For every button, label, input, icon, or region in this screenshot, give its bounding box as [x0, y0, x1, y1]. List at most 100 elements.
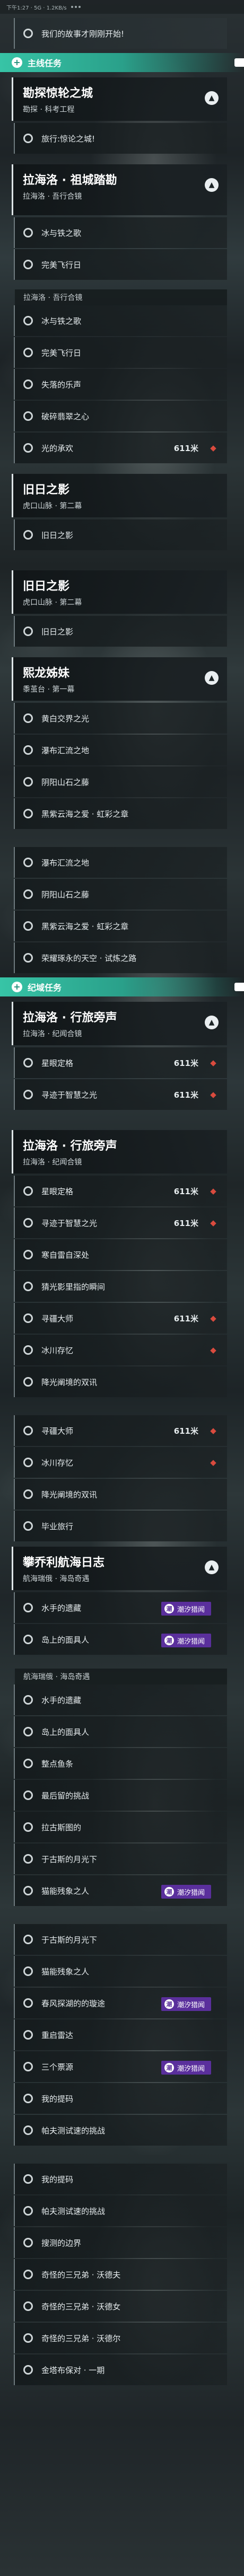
quest-row[interactable]: 寻疆大师 611米 ◆: [14, 1303, 227, 1334]
quest-label: 完美飞行日: [41, 348, 82, 358]
quest-group[interactable]: 旧日之影 虎口山脉 · 第二幕: [12, 570, 227, 614]
quest-row[interactable]: 金塔布保对 · 一期: [14, 2354, 227, 2385]
distance-label: 611米: [173, 1313, 198, 1324]
chevron-up-icon[interactable]: ▲: [205, 671, 219, 685]
tab-main-quests[interactable]: + 主线任务: [0, 53, 244, 72]
quest-label: 奇怪的三兄弟 · 沃德女: [41, 2301, 121, 2312]
quest-row[interactable]: 于古斯的月光下: [14, 1924, 227, 1955]
quest-row[interactable]: 阴阳山石之藤: [14, 766, 227, 797]
quest-group[interactable]: 拉海洛 · 行旅旁声 拉海洛 · 纪闻合镜: [12, 1130, 227, 1174]
quest-row[interactable]: 冰川存忆 ◆: [14, 1447, 227, 1478]
quest-row[interactable]: 奇怪的三兄弟 · 沃德夫: [14, 2259, 227, 2290]
quest-row[interactable]: 完美飞行日: [14, 249, 227, 280]
map-pin-icon: ◆: [210, 1313, 216, 1323]
group-title: 旧日之影: [23, 580, 70, 593]
radio-icon: [23, 1966, 33, 1976]
quest-row[interactable]: 星眼定格 611米 ◆: [14, 1176, 227, 1206]
quest-row[interactable]: 荣耀琢永的天空 · 试炼之路: [14, 942, 227, 973]
quest-label: 瀑布汇流之地: [41, 745, 90, 755]
quest-row[interactable]: 春风探湖的的璇途 潮潮汐猎闻: [14, 1988, 227, 2018]
quest-row[interactable]: 最后留的挑战: [14, 1780, 227, 1811]
radio-icon: [23, 134, 33, 143]
quest-row-top[interactable]: 我们的故事才刚刚开始!: [14, 18, 227, 49]
quest-row[interactable]: 我的提码: [14, 2083, 227, 2114]
radio-icon: [23, 809, 33, 818]
quest-row[interactable]: 猫能残象之人 潮潮汐猎闻: [14, 1875, 227, 1906]
quest-row[interactable]: 寻迹于智慧之光 611米 ◆: [14, 1079, 227, 1110]
quest-row[interactable]: 瀑布汇流之地: [14, 847, 227, 878]
quest-row[interactable]: 旧日之影: [14, 616, 227, 647]
quest-row[interactable]: 于古斯的月光下: [14, 1843, 227, 1874]
quest-row[interactable]: 水手的遗藏 潮潮汐猎闻: [14, 1592, 227, 1623]
quest-row[interactable]: 降光阐境的双讯: [14, 1479, 227, 1510]
quest-row[interactable]: 星眼定格 611米 ◆: [14, 1047, 227, 1078]
quest-row[interactable]: 黑紫云海之爱 · 虹彩之章: [14, 798, 227, 829]
quest-row[interactable]: 搜测的边界: [14, 2227, 227, 2258]
radio-icon: [23, 530, 33, 540]
quest-group[interactable]: 勘探惊轮之城 勘探 · 科考工程 ▲: [12, 77, 227, 121]
quest-row[interactable]: 冰与铁之歌: [14, 217, 227, 248]
quest-label: 毕业旅行: [41, 1521, 74, 1531]
quest-group[interactable]: 熙龙姊妹 黍茧台 · 第一幕 ▲: [12, 657, 227, 701]
group-subtitle: 勘探 · 科考工程: [23, 105, 75, 114]
quest-row[interactable]: 奇怪的三兄弟 · 沃德尔: [14, 2323, 227, 2353]
quest-row[interactable]: 整点鱼条: [14, 1748, 227, 1779]
radio-icon: [23, 921, 33, 931]
status-segment: 下午1:27 · 5G · 1.2KB/s 我们的故事才刚刚开始! + 主线任务…: [0, 0, 244, 289]
radio-icon: [23, 1218, 33, 1228]
quest-row[interactable]: 拉古斯图的: [14, 1812, 227, 1842]
quest-group[interactable]: 拉海洛 · 行旅旁声 拉海洛 · 纪闻合镜 ▲: [12, 1002, 227, 1045]
chevron-up-icon[interactable]: ▲: [205, 178, 219, 192]
quest-group[interactable]: 攀乔利航海日志 航海瑞俄 · 海岛奇遇 ▲: [12, 1547, 227, 1590]
quest-row[interactable]: 水手的遗藏: [14, 1684, 227, 1715]
quest-row[interactable]: 猜光影里指的瞬间: [14, 1271, 227, 1302]
quest-row[interactable]: 冰与铁之歌: [14, 305, 227, 336]
radio-icon: [23, 889, 33, 899]
radio-icon: [23, 1489, 33, 1499]
quest-row[interactable]: 重启雷达: [14, 2019, 227, 2050]
quest-row[interactable]: 帕夫测试速的挑战: [14, 2195, 227, 2226]
quest-row[interactable]: 岛上的面具人 潮潮汐猎闻: [14, 1624, 227, 1655]
quest-row[interactable]: 光的承欢 611米 ◆: [14, 433, 227, 463]
quest-row[interactable]: 黄白交界之光: [14, 703, 227, 734]
quest-row[interactable]: 冰川存忆 ◆: [14, 1335, 227, 1365]
quest-row[interactable]: 旅行:惊论之城!: [14, 123, 227, 154]
quest-group[interactable]: 拉海洛 · 祖城踏勘 拉海洛 · 吾行合镜 ▲: [12, 164, 227, 215]
quest-row[interactable]: 寒自雷自深处: [14, 1239, 227, 1270]
quest-row[interactable]: 阴阳山石之藤: [14, 879, 227, 910]
radio-icon: [23, 1377, 33, 1387]
tab-side-quests[interactable]: + 纪域任务: [0, 977, 244, 996]
radio-icon: [23, 2365, 33, 2375]
quest-row[interactable]: 岛上的面具人: [14, 1716, 227, 1747]
quest-row[interactable]: 降光阐境的双讯: [14, 1366, 227, 1397]
quest-row[interactable]: 寻迹于智慧之光 611米 ◆: [14, 1207, 227, 1238]
radio-icon: [23, 1090, 33, 1099]
quest-row[interactable]: 毕业旅行: [14, 1511, 227, 1541]
quest-row[interactable]: 黑紫云海之爱 · 虹彩之章: [14, 911, 227, 941]
quest-group[interactable]: 旧日之影 虎口山脉 · 第二幕: [12, 474, 227, 517]
chevron-up-icon[interactable]: ▲: [205, 91, 219, 105]
quest-row[interactable]: 完美飞行日: [14, 337, 227, 368]
quest-row[interactable]: 帕夫测试速的挑战: [14, 2115, 227, 2146]
chevron-up-icon[interactable]: ▲: [205, 1560, 219, 1574]
quest-row[interactable]: 破碎翡翠之心: [14, 401, 227, 431]
distance-label: 611米: [173, 1186, 198, 1196]
status-text: 下午1:27 · 5G · 1.2KB/s: [6, 5, 67, 11]
quest-label: 拉古斯图的: [41, 1822, 82, 1832]
quest-label: 搜测的边界: [41, 2238, 82, 2248]
radio-icon: [23, 2062, 33, 2071]
tide-badge: 潮潮汐猎闻: [161, 1997, 211, 2011]
group-subtitle: 拉海洛 · 吾行合镜: [23, 192, 82, 201]
quest-row[interactable]: 奇怪的三兄弟 · 沃德女: [14, 2291, 227, 2322]
chevron-up-icon[interactable]: ▲: [205, 1016, 219, 1029]
quest-row[interactable]: 猫能残象之人: [14, 1956, 227, 1987]
radio-icon: [23, 380, 33, 389]
tide-icon: 潮: [164, 2063, 174, 2072]
quest-row[interactable]: 瀑布汇流之地: [14, 735, 227, 765]
quest-row[interactable]: 寻疆大师 611米 ◆: [14, 1415, 227, 1446]
quest-row[interactable]: 三个票源 潮潮汐猎闻: [14, 2051, 227, 2082]
quest-row[interactable]: 旧日之影: [14, 519, 227, 550]
quest-row[interactable]: 失落的乐声: [14, 369, 227, 400]
quest-row[interactable]: 我的提码: [14, 2164, 227, 2194]
badge-label: 潮汐猎闻: [177, 1605, 205, 1614]
